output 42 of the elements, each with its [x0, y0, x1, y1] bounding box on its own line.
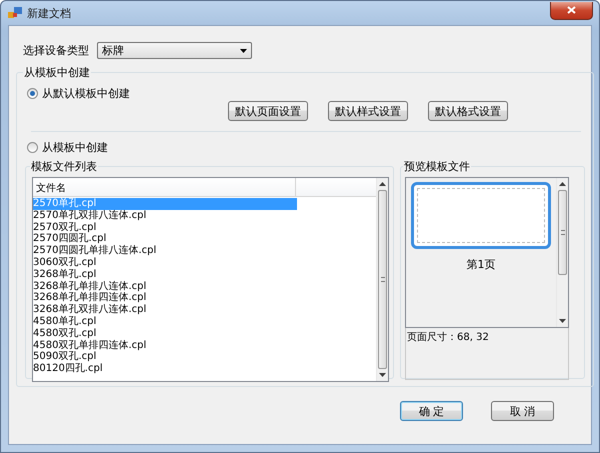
close-button[interactable]: [550, 2, 593, 20]
file-item[interactable]: 3268单孔.cpl: [33, 268, 297, 281]
settings-button[interactable]: 默认页面设置: [228, 101, 308, 121]
window-title: 新建文档: [27, 6, 71, 20]
radio-button[interactable]: 从默认模板中创建: [27, 86, 585, 101]
scroll-down-icon[interactable]: [559, 319, 566, 323]
group-title: 模板文件列表: [30, 159, 98, 174]
scrollbar[interactable]: [376, 178, 388, 381]
file-item[interactable]: 3268单孔单排四连体.cpl: [33, 292, 297, 304]
file-item[interactable]: 2570四圆孔.cpl: [33, 233, 297, 246]
dropdown-arrow-icon: [240, 48, 247, 52]
group-title: 预览模板文件: [403, 159, 471, 174]
scroll-thumb[interactable]: [558, 190, 567, 275]
page-size-text: 页面尺寸：68, 32: [405, 328, 569, 380]
scrollbar[interactable]: [556, 178, 568, 327]
file-item[interactable]: 3268单孔双排八连体.cpl: [33, 304, 297, 316]
scroll-up-icon[interactable]: [379, 182, 386, 186]
scroll-down-icon[interactable]: [379, 373, 386, 377]
scroll-thumb[interactable]: [378, 190, 387, 369]
file-item[interactable]: 4580单孔.cpl: [33, 316, 297, 328]
device-type-dropdown[interactable]: 标牌: [97, 42, 252, 59]
file-item[interactable]: 2570单孔双排八连体.cpl: [33, 210, 297, 222]
file-item[interactable]: 2570双孔.cpl: [33, 222, 297, 234]
file-item[interactable]: 3060双孔.cpl: [33, 256, 297, 269]
settings-button[interactable]: 默认样式设置: [328, 101, 408, 121]
file-item[interactable]: 4580双孔单排四连体.cpl: [33, 340, 297, 352]
dialog-button[interactable]: 确 定: [400, 401, 463, 421]
file-item[interactable]: 5090双孔.cpl: [33, 351, 297, 364]
close-icon: [567, 6, 576, 14]
page-label: 第1页: [466, 257, 496, 272]
device-type-label: 选择设备类型: [23, 43, 89, 58]
file-item[interactable]: 4580双孔.cpl: [33, 328, 297, 340]
page-thumbnail[interactable]: [411, 182, 551, 249]
dialog-button[interactable]: 取 消: [491, 401, 554, 421]
file-item[interactable]: 2570四圆孔单排八连体.cpl: [33, 245, 297, 257]
scroll-up-icon[interactable]: [559, 182, 566, 186]
file-item[interactable]: 3268单孔单排八连体.cpl: [33, 280, 297, 292]
settings-button[interactable]: 默认格式设置: [428, 101, 508, 121]
group-title: 从模板中创建: [23, 65, 91, 80]
file-item[interactable]: 80120四孔.cpl: [33, 363, 297, 375]
app-icon: [8, 7, 22, 19]
radio-button[interactable]: 从模板中创建: [27, 140, 585, 155]
